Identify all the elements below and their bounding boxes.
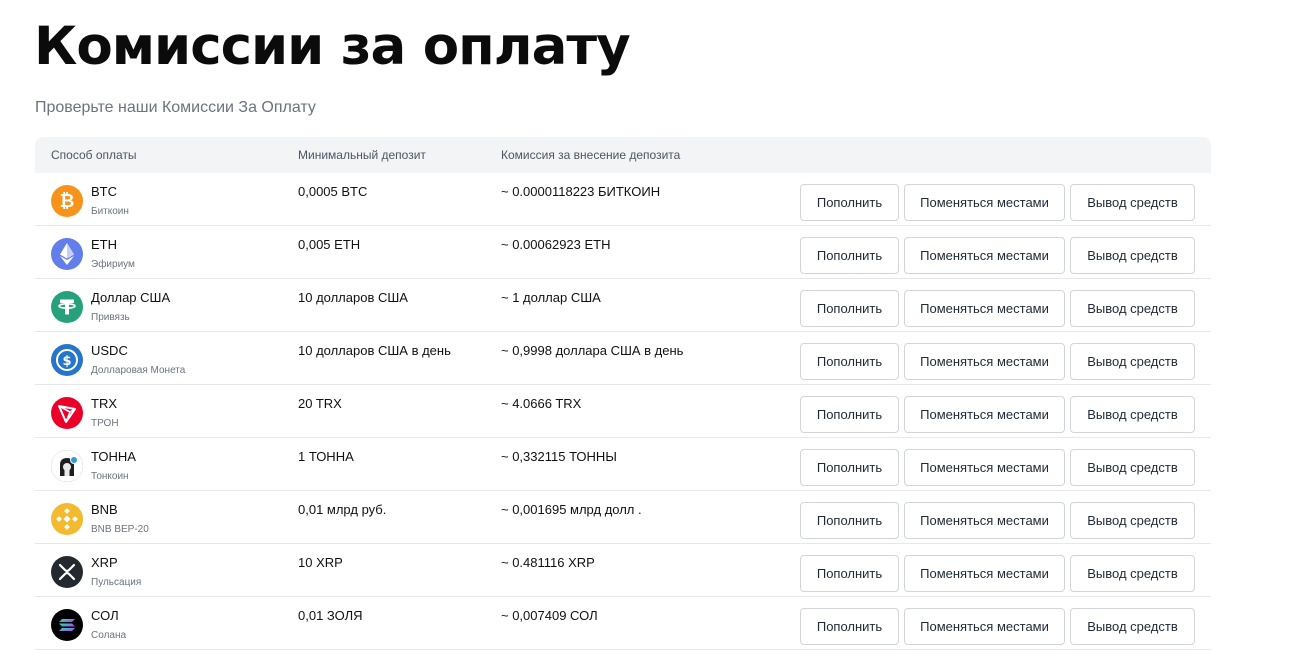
coin-symbol: ТОННА — [91, 449, 136, 464]
coin-name: Пульсация — [91, 577, 142, 588]
swap-button[interactable]: Поменяться местами — [904, 184, 1065, 221]
header-min-deposit: Минимальный депозит — [298, 148, 426, 162]
swap-button[interactable]: Поменяться местами — [904, 396, 1065, 433]
deposit-button[interactable]: Пополнить — [800, 502, 899, 539]
table-row: ТОННА Тонкоин 1 ТОННА ~ 0,332115 ТОННЫ Попол… — [35, 438, 1211, 491]
coin-name: Солана — [91, 630, 127, 641]
min-deposit-value: 0,01 ЗОЛЯ — [298, 608, 363, 623]
deposit-button[interactable]: Пополнить — [800, 608, 899, 645]
withdraw-button[interactable]: Вывод средств — [1070, 449, 1195, 486]
usdc-icon: $ — [51, 344, 83, 376]
coin-symbol: BNB — [91, 502, 118, 517]
min-deposit-value: 0,005 ETH — [298, 237, 361, 252]
page: Комиссии за оплату Проверьте наши Комисс… — [0, 0, 1299, 650]
deposit-fee-value: ~ 1 доллар США — [501, 290, 601, 305]
solana-icon — [51, 609, 83, 641]
header-payment-method: Способ оплаты — [51, 148, 137, 162]
withdraw-button[interactable]: Вывод средств — [1070, 237, 1195, 274]
fees-table: Способ оплаты Минимальный депозит Комисс… — [35, 137, 1211, 650]
min-deposit-value: 10 XRP — [298, 555, 343, 570]
coin-name: Долларовая Монета — [91, 365, 186, 376]
withdraw-button[interactable]: Вывод средств — [1070, 608, 1195, 645]
coin-symbol: USDC — [91, 343, 128, 358]
withdraw-button[interactable]: Вывод средств — [1070, 396, 1195, 433]
coin-name: Биткоин — [91, 206, 129, 217]
withdraw-button[interactable]: Вывод средств — [1070, 184, 1195, 221]
deposit-fee-value: ~ 0,007409 СОЛ — [501, 608, 598, 623]
deposit-button[interactable]: Пополнить — [800, 237, 899, 274]
coin-name: Привязь — [91, 312, 130, 323]
svg-text:$: $ — [62, 354, 71, 369]
deposit-fee-value: ~ 0.0000118223 БИТКОИН — [501, 184, 661, 199]
table-row: ETH Эфириум 0,005 ETH ~ 0.00062923 ETH Попол… — [35, 226, 1211, 279]
deposit-fee-value: ~ 0,001695 млрд долл . — [501, 502, 642, 517]
coin-symbol: XRP — [91, 555, 118, 570]
coin-name: BNB BEP-20 — [91, 524, 149, 535]
deposit-fee-value: ~ 0,9998 доллара США в день — [501, 343, 684, 358]
swap-button[interactable]: Поменяться местами — [904, 502, 1065, 539]
ethereum-icon — [51, 238, 83, 270]
min-deposit-value: 0,01 млрд руб. — [298, 502, 387, 517]
min-deposit-value: 1 ТОННА — [298, 449, 354, 464]
table-row: XRP Пульсация 10 XRP ~ 0.481116 XRP Пополнит… — [35, 544, 1211, 597]
withdraw-button[interactable]: Вывод средств — [1070, 502, 1195, 539]
header-deposit-fee: Комиссия за внесение депозита — [501, 148, 681, 162]
table-row: СОЛ Солана 0,01 ЗОЛЯ ~ 0,007409 СОЛ Пополнит… — [35, 597, 1211, 650]
deposit-fee-value: ~ 4.0666 TRX — [501, 396, 582, 411]
withdraw-button[interactable]: Вывод средств — [1070, 555, 1195, 592]
page-title: Комиссии за оплату — [34, 16, 631, 77]
coin-symbol: BTC — [91, 184, 117, 199]
svg-text:₿: ₿ — [60, 191, 75, 212]
table-row: BNB BNB BEP-20 0,01 млрд руб. ~ 0,001695 мл… — [35, 491, 1211, 544]
tron-icon — [51, 397, 83, 429]
table-row: TRX ТРОН 20 TRX ~ 4.0666 TRX Пополнить Поменя… — [35, 385, 1211, 438]
xrp-icon — [51, 556, 83, 588]
bnb-icon — [51, 503, 83, 535]
coin-symbol: ETH — [91, 237, 117, 252]
coin-name: Эфириум — [91, 259, 135, 270]
coin-symbol: TRX — [91, 396, 117, 411]
bitcoin-icon: ₿ — [51, 185, 83, 217]
coin-name: ТРОН — [91, 418, 119, 429]
deposit-button[interactable]: Пополнить — [800, 555, 899, 592]
min-deposit-value: 20 TRX — [298, 396, 342, 411]
min-deposit-value: 0,0005 BTC — [298, 184, 368, 199]
coin-symbol: Доллар США — [91, 290, 171, 305]
coin-name: Тонкоин — [91, 471, 129, 482]
deposit-button[interactable]: Пополнить — [800, 449, 899, 486]
table-row: $ USDC Долларовая Монета 10 долларов США в … — [35, 332, 1211, 385]
coin-symbol: СОЛ — [91, 608, 119, 623]
swap-button[interactable]: Поменяться местами — [904, 290, 1065, 327]
table-row: Доллар США Привязь 10 долларов США ~ 1 долл… — [35, 279, 1211, 332]
deposit-button[interactable]: Пополнить — [800, 290, 899, 327]
deposit-button[interactable]: Пополнить — [800, 184, 899, 221]
deposit-button[interactable]: Пополнить — [800, 396, 899, 433]
page-subtitle: Проверьте наши Комиссии За Оплату — [35, 99, 316, 116]
deposit-button[interactable]: Пополнить — [800, 343, 899, 380]
swap-button[interactable]: Поменяться местами — [904, 555, 1065, 592]
deposit-fee-value: ~ 0,332115 ТОННЫ — [501, 449, 617, 464]
withdraw-button[interactable]: Вывод средств — [1070, 290, 1195, 327]
swap-button[interactable]: Поменяться местами — [904, 237, 1065, 274]
deposit-fee-value: ~ 0.481116 XRP — [501, 555, 595, 570]
table-row: ₿ BTC Биткоин 0,0005 BTC ~ 0.0000118223 БИТК… — [35, 173, 1211, 226]
deposit-fee-value: ~ 0.00062923 ETH — [501, 237, 611, 252]
table-header: Способ оплаты Минимальный депозит Комисс… — [35, 137, 1211, 173]
swap-button[interactable]: Поменяться местами — [904, 449, 1065, 486]
tether-icon — [51, 291, 83, 323]
min-deposit-value: 10 долларов США — [298, 290, 408, 305]
swap-button[interactable]: Поменяться местами — [904, 343, 1065, 380]
swap-button[interactable]: Поменяться местами — [904, 608, 1065, 645]
min-deposit-value: 10 долларов США в день — [298, 343, 451, 358]
withdraw-button[interactable]: Вывод средств — [1070, 343, 1195, 380]
table-body: ₿ BTC Биткоин 0,0005 BTC ~ 0.0000118223 БИТК… — [35, 173, 1211, 650]
toncoin-icon — [51, 450, 83, 482]
